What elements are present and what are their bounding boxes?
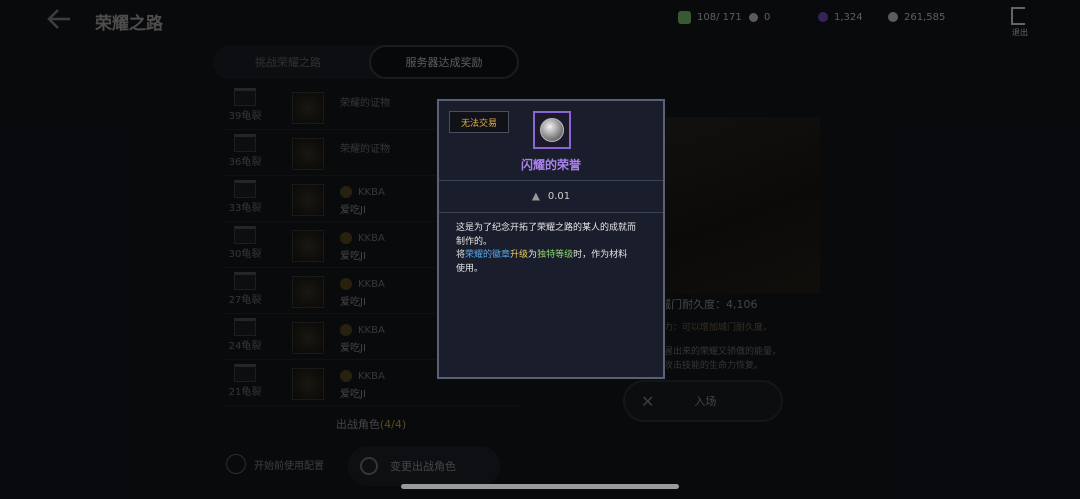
row-owner: KKBA 爱吃JI [340, 370, 385, 400]
close-x-icon: ✕ [641, 391, 655, 411]
medal-icon [292, 92, 324, 124]
character-portrait-icon [292, 230, 324, 262]
row-title: 荣耀的证物 [340, 144, 390, 155]
item-weight: 0.01 [439, 181, 663, 213]
preset-toggle[interactable]: 开始前使用配置 [226, 454, 324, 474]
enter-label: 入场 [694, 395, 717, 408]
rank-badge: 39龟裂 [228, 88, 262, 122]
guild-icon [340, 278, 352, 290]
pearl-value: 0 [764, 11, 771, 23]
rank-badge: 24龟裂 [228, 318, 262, 352]
item-tooltip-popup: 无法交易 闪耀的荣誉 0.01 这是为了纪念开拓了荣耀之路的某人的成就而 制作的… [437, 99, 665, 379]
crystal-value: 1,324 [834, 11, 863, 23]
character-portrait-icon [292, 322, 324, 354]
party-count: 出战角色(4/4) [222, 416, 520, 432]
highlight-item: 荣耀的徽章 [465, 250, 511, 260]
item-description: 这是为了纪念开拓了荣耀之路的某人的成就而 制作的。 将荣耀的徽章升级为独特等级时… [456, 223, 637, 274]
guild-name: KKBA [358, 186, 385, 198]
player-name: 爱吃JI [340, 205, 366, 216]
row-owner: KKBA 爱吃JI [340, 324, 385, 354]
party-count-value: (4/4) [379, 418, 407, 431]
rank-badge: 27龟裂 [228, 272, 262, 306]
exit-button[interactable]: 退出 [1011, 7, 1035, 37]
guild-icon [340, 370, 352, 382]
popup-header: 无法交易 闪耀的荣誉 [439, 101, 663, 181]
guild-name: KKBA [358, 370, 385, 382]
gate-hint: 力：可以增加城门耐久度。 [664, 323, 773, 333]
crystal-icon [818, 12, 828, 22]
pearl-icon [749, 12, 758, 22]
weight-value: 0.01 [547, 191, 571, 202]
castle-scene-image [660, 117, 820, 293]
untradeable-badge: 无法交易 [449, 111, 509, 133]
medal-orb-icon [540, 118, 564, 142]
back-arrow-icon[interactable] [46, 8, 72, 30]
change-character-label: 变更出战角色 [390, 460, 456, 473]
character-portrait-icon [292, 368, 324, 400]
item-icon [533, 111, 571, 149]
rank-badge: 33龟裂 [228, 180, 262, 214]
gate-durability: 城门耐久度：4,106 [660, 298, 758, 311]
resource-crystal: 1,324 [818, 9, 863, 25]
character-portrait-icon [292, 184, 324, 216]
row-owner: KKBA 爱吃JI [340, 186, 385, 216]
silver-icon [888, 12, 898, 22]
silver-value: 261,585 [904, 11, 946, 23]
highlight-upgrade: 升级 [510, 250, 529, 260]
checkbox-icon[interactable] [226, 454, 246, 474]
gate-description: 冒出来的荣耀又骄傲的能量， 攻击技能的生命力恢复。 [664, 347, 782, 371]
home-indicator[interactable] [401, 484, 679, 489]
guild-icon [340, 186, 352, 198]
preset-label: 开始前使用配置 [254, 460, 324, 472]
row-title: 荣耀的证物 [340, 98, 390, 109]
resource-stamina: 108/ 171 [678, 9, 742, 25]
rank-badge: 21龟裂 [228, 364, 262, 398]
exit-door-icon [1011, 7, 1025, 25]
tab-server-reward[interactable]: 服务器达成奖励 [369, 45, 519, 79]
rank-badge: 36龟裂 [228, 134, 262, 168]
item-name: 闪耀的荣誉 [520, 158, 581, 172]
resource-silver: 261,585 [888, 9, 945, 25]
party-label: 出战角色 [335, 418, 380, 431]
player-name: 爱吃JI [340, 251, 366, 262]
character-portrait-icon [292, 276, 324, 308]
row-owner: KKBA 爱吃JI [340, 232, 385, 262]
medal-icon [292, 138, 324, 170]
page-title: 荣耀之路 [95, 14, 163, 34]
weight-icon [531, 192, 540, 201]
row-owner: KKBA 爱吃JI [340, 278, 385, 308]
guild-name: KKBA [358, 232, 385, 244]
guild-name: KKBA [358, 324, 385, 336]
change-character-button[interactable]: 变更出战角色 [348, 446, 500, 486]
player-name: 爱吃JI [340, 297, 366, 308]
guild-name: KKBA [358, 278, 385, 290]
guild-icon [340, 324, 352, 336]
stamina-value: 108/ 171 [697, 11, 742, 23]
stamina-icon [678, 10, 691, 24]
player-name: 爱吃JI [340, 389, 366, 400]
rank-badge: 30龟裂 [228, 226, 262, 260]
tab-bar: 挑战荣耀之路 服务器达成奖励 [213, 45, 519, 79]
resource-pearl: 0 [749, 9, 770, 25]
highlight-grade: 独特等级 [537, 250, 574, 260]
enter-button[interactable]: ✕ 入场 [623, 380, 783, 422]
exit-label: 退出 [1012, 28, 1028, 37]
refresh-icon [360, 457, 378, 475]
tab-challenge[interactable]: 挑战荣耀之路 [213, 45, 363, 79]
guild-icon [340, 232, 352, 244]
player-name: 爱吃JI [340, 343, 366, 354]
